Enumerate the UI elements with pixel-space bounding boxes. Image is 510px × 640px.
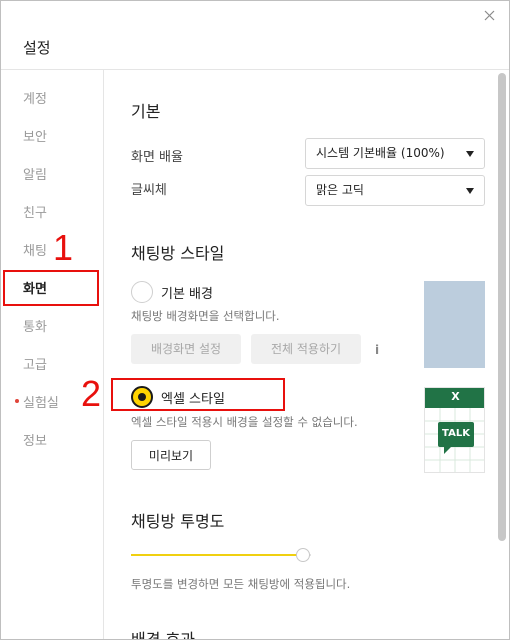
sidebar-item-account[interactable]: 계정 [1,82,104,118]
sidebar-item-label: 알림 [23,168,47,183]
annotation-marker-1: 1 [53,227,74,268]
apply-all-button[interactable]: 전체 적용하기 [251,334,361,364]
font-label: 글씨체 [131,183,167,198]
new-badge-dot [15,399,19,403]
transparency-slider-handle[interactable] [296,548,310,562]
sidebar-item-security[interactable]: 보안 [1,120,104,156]
transparency-slider-fill[interactable] [131,554,303,556]
sidebar-item-label: 계정 [23,92,47,107]
basic-background-label[interactable]: 기본 배경 [161,283,213,302]
sidebar-item-label: 채팅 [23,244,47,259]
settings-content: 기본 화면 배율 시스템 기본배율 (100%) 글씨체 맑은 고딕 채팅방 스… [105,70,497,640]
sidebar-item-notifications[interactable]: 알림 [1,158,104,194]
excel-thumbnail-x: X [451,390,460,403]
radio-basic-background[interactable] [131,281,153,303]
window-title: 설정 [23,39,51,57]
zoom-label: 화면 배율 [131,150,183,165]
excel-style-thumbnail: X TALK [424,387,485,473]
zoom-select-value: 시스템 기본배율 (100%) [316,146,445,160]
radio-excel-style[interactable] [131,386,153,408]
sidebar: 계정 보안 알림 친구 채팅 화면 통화 고급 실험실 정보 [1,70,104,639]
sidebar-item-label: 친구 [23,206,47,221]
preview-button[interactable]: 미리보기 [131,440,211,470]
excel-thumbnail-talk: TALK [442,428,470,439]
annotation-marker-2: 2 [81,373,102,414]
chevron-down-icon [466,151,474,157]
set-background-button[interactable]: 배경화면 설정 [131,334,241,364]
section-heading-chatroom-style: 채팅방 스타일 [131,244,225,263]
zoom-select[interactable]: 시스템 기본배율 (100%) [305,138,485,169]
content-scrollbar[interactable] [498,73,506,541]
transparency-hint: 투명도를 변경하면 모든 채팅방에 적용됩니다. [131,577,351,591]
basic-background-hint: 채팅방 배경화면을 선택합니다. [131,309,280,323]
font-select-value: 맑은 고딕 [316,183,364,197]
section-heading-transparency: 채팅방 투명도 [131,512,225,531]
excel-style-hint: 엑셀 스타일 적용시 배경을 설정할 수 없습니다. [131,415,358,429]
basic-background-thumbnail [424,281,485,368]
settings-window: 설정 계정 보안 알림 친구 채팅 화면 통화 고급 실험실 정보 1 2 기본… [0,0,510,640]
sidebar-item-label: 보안 [23,130,47,145]
section-heading-background-effect: 배경 효과 [131,630,195,640]
font-select[interactable]: 맑은 고딕 [305,175,485,206]
annotation-box-1 [3,270,99,306]
chevron-down-icon [466,188,474,194]
close-icon[interactable] [481,7,499,25]
section-heading-basic: 기본 [131,102,161,121]
sidebar-item-label: 실험실 [23,396,59,411]
info-icon[interactable]: i [375,343,379,357]
sidebar-item-call[interactable]: 통화 [1,310,104,346]
sidebar-item-label: 통화 [23,320,47,335]
sidebar-item-info[interactable]: 정보 [1,424,104,460]
sidebar-item-label: 정보 [23,434,47,449]
sidebar-item-label: 고급 [23,358,47,373]
excel-style-label[interactable]: 엑셀 스타일 [161,388,225,407]
